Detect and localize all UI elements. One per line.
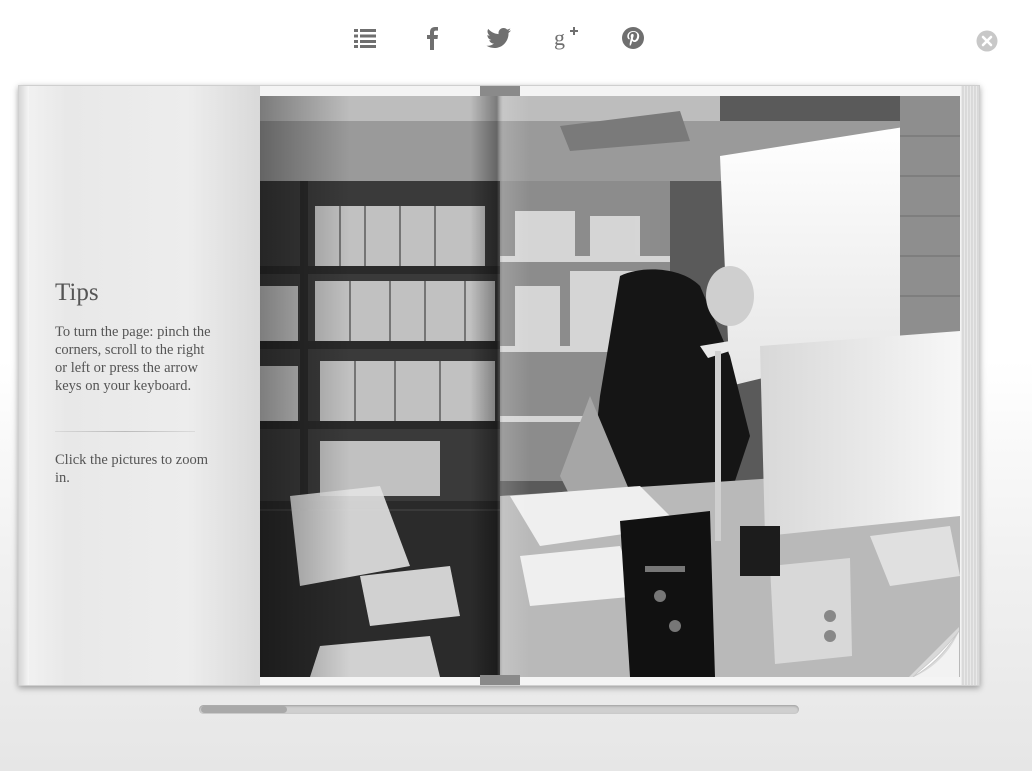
book-viewer: Tips To turn the page: pinch the corners… <box>18 85 980 686</box>
google-plus-icon[interactable]: g <box>550 22 582 54</box>
svg-text:g: g <box>554 26 565 50</box>
photo-spread[interactable] <box>260 96 960 677</box>
facebook-icon[interactable] <box>416 22 448 54</box>
pinterest-icon[interactable] <box>617 22 649 54</box>
page-edges <box>961 86 979 685</box>
tips-title: Tips <box>55 279 99 306</box>
list-icon[interactable] <box>349 22 381 54</box>
twitter-icon[interactable] <box>483 22 515 54</box>
close-button[interactable] <box>976 30 998 52</box>
page-scrollbar[interactable] <box>199 705 799 714</box>
share-toolbar: g <box>0 22 1032 54</box>
page-curl[interactable] <box>909 627 959 677</box>
tips-page: Tips To turn the page: pinch the corners… <box>19 86 260 685</box>
spine-top <box>480 86 520 96</box>
close-icon <box>976 30 998 52</box>
divider <box>55 431 195 432</box>
spine-bottom <box>480 675 520 685</box>
office-photo[interactable] <box>260 96 960 677</box>
page-turn-tip: To turn the page: pinch the corners, scr… <box>55 324 211 394</box>
scrollbar-thumb[interactable] <box>201 706 287 713</box>
zoom-tip: Click the pictures to zoom in. <box>55 452 209 486</box>
